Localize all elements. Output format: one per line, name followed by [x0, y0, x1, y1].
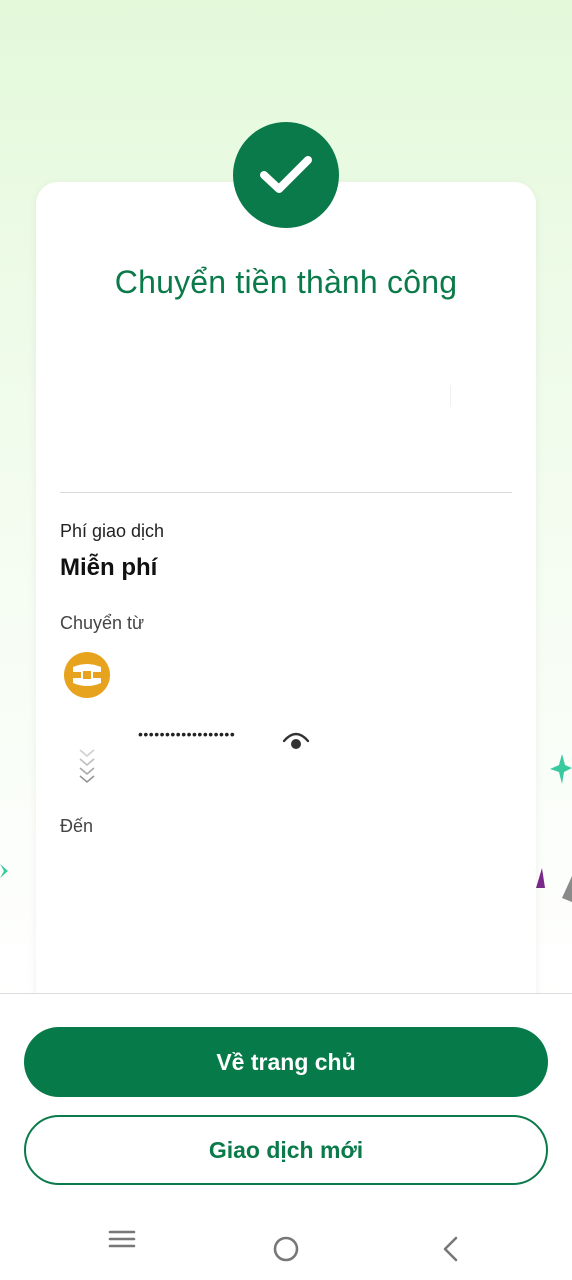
result-card: Chuyển tiền thành công Phí giao dịch Miễ… — [36, 182, 536, 1022]
home-circle-icon[interactable] — [272, 1235, 300, 1263]
bank-logo — [64, 652, 110, 698]
new-transaction-button[interactable]: Giao dịch mới — [24, 1115, 548, 1185]
success-badge — [233, 122, 339, 228]
check-icon — [260, 156, 312, 193]
bank-emblem-icon — [73, 664, 101, 686]
account-number-masked: •••••••••••••••••• — [138, 726, 236, 742]
chevrons-down-icon — [79, 749, 95, 784]
faint-mark — [450, 385, 456, 407]
fee-label: Phí giao dịch — [60, 521, 165, 541]
confetti-star-icon — [550, 754, 572, 784]
to-label: Đến — [60, 816, 94, 836]
success-title: Chuyển tiền thành công — [114, 264, 458, 300]
home-button[interactable]: Về trang chủ — [24, 1027, 548, 1097]
from-label: Chuyển từ — [60, 613, 145, 633]
confetti-triangle-icon — [562, 876, 572, 902]
back-icon[interactable] — [440, 1236, 460, 1262]
confetti-star-icon — [0, 864, 8, 878]
divider — [60, 492, 512, 493]
fee-value: Miễn phí — [60, 554, 158, 581]
eye-icon[interactable] — [282, 730, 310, 752]
menu-icon[interactable] — [108, 1228, 136, 1250]
